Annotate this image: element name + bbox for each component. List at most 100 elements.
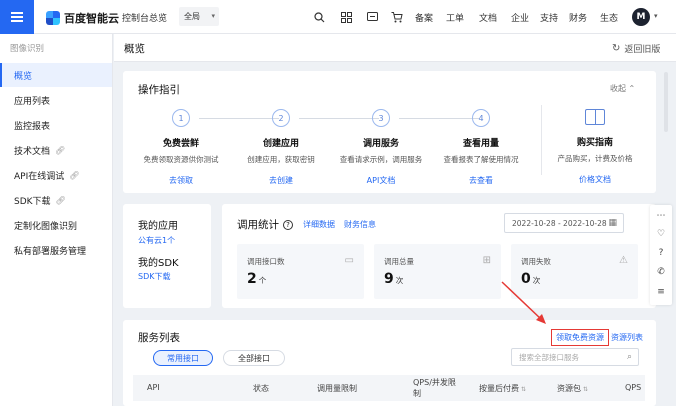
top-bar: 百度智能云 控制台总览 全局 ▾ 备案 工单 文档 企业 支持 财务 生态 M … [0, 0, 676, 34]
chevron-down-icon: ▾ [211, 12, 215, 20]
step-desc: 查看请求示例，调用服务 [339, 155, 423, 164]
stat-value: 9次 [384, 271, 403, 287]
message-icon[interactable] [365, 10, 379, 24]
scrollbar[interactable] [664, 72, 668, 132]
guide-card: 操作指引 收起 ⌃ 1 免费尝鲜 免费领取资源供你测试 去领取 2 创建应用 创… [123, 71, 656, 193]
cart-icon[interactable] [390, 10, 404, 24]
public-cloud-link[interactable]: 公有云1个 [138, 235, 175, 246]
nav-enterprise[interactable]: 企业 [511, 11, 529, 24]
brand-name: 百度智能云 [64, 12, 119, 25]
search-icon[interactable]: ⌕ [627, 352, 632, 362]
nav-ecosystem[interactable]: 生态 [600, 11, 618, 24]
step-name: 免费尝鲜 [162, 139, 199, 149]
step-desc: 产品购买，计费及价格 [557, 154, 633, 163]
step-name: 购买指南 [576, 138, 613, 148]
step-desc: 查看报表了解使用情况 [443, 155, 519, 164]
stat-label: 调用失败 [521, 257, 551, 266]
date-range-value: 2022-10-28 - 2022-10-28 [512, 218, 607, 228]
step-name: 查看用量 [462, 139, 499, 149]
stats-title-text: 调用统计 [237, 219, 279, 231]
collapse-button[interactable]: 收起 ⌃ [610, 83, 635, 94]
help-icon[interactable]: ? [283, 220, 293, 230]
stat-unit: 个 [258, 276, 267, 285]
console-overview-link[interactable]: 控制台总览 [122, 11, 167, 24]
sidebar-item-monitor-report[interactable]: 监控报表 [0, 113, 112, 137]
sidebar-item-sdk-download[interactable]: SDK下载 🔗︎ [0, 188, 112, 212]
help-icon[interactable]: ? [654, 246, 668, 260]
chevron-down-icon[interactable]: ▾ [654, 12, 658, 20]
column-header-qps-limit: QPS/并发限制 [413, 378, 456, 398]
step-link-create[interactable]: 去创建 [231, 175, 331, 186]
column-header-label: 按量后付费 [479, 384, 519, 393]
avatar[interactable]: M [632, 8, 650, 26]
date-range-picker[interactable]: 2022-10-28 - 2022-10-28 ▦ [504, 213, 624, 233]
back-old-label: 返回旧版 [624, 45, 661, 55]
back-to-old-version-button[interactable]: ↻ 返回旧版 [612, 42, 660, 55]
column-header-status: 状态 [253, 384, 269, 393]
column-header-package[interactable]: 资源包 ⇅ [557, 383, 588, 394]
step-link-claim[interactable]: 去领取 [131, 175, 231, 186]
step-name: 调用服务 [362, 139, 399, 149]
search-icon[interactable] [312, 10, 326, 24]
sidebar-item-label: 概览 [14, 71, 33, 82]
heart-icon[interactable]: ♡ [654, 227, 668, 241]
list-icon[interactable]: ≡ [654, 285, 668, 299]
external-link-icon: 🔗︎ [69, 170, 80, 180]
detail-data-link[interactable]: 详细数据 [303, 219, 335, 230]
column-header-api: API [147, 383, 160, 392]
grid-icon: ⊞ [482, 255, 491, 266]
finance-info-link[interactable]: 财务信息 [344, 219, 376, 230]
step-number: 1 [172, 109, 190, 127]
step-name: 创建应用 [262, 139, 299, 149]
grid-icon[interactable] [339, 10, 353, 24]
phone-icon[interactable]: ✆ [654, 265, 668, 279]
resource-list-link[interactable]: 资源列表 [611, 332, 643, 343]
table-header: API 状态 调用量限制 QPS/并发限制 按量后付费 ⇅ 资源包 ⇅ QPS [133, 375, 645, 401]
nav-ticket[interactable]: 工单 [446, 11, 464, 24]
floating-toolbar: ⋯ ♡ ? ✆ ≡ [650, 205, 672, 305]
sidebar-item-api-debug[interactable]: API在线调试 🔗︎ [0, 163, 112, 187]
tab-common-api[interactable]: 常用接口 [153, 350, 213, 366]
nav-finance[interactable]: 财务 [569, 11, 587, 24]
sidebar-item-overview[interactable]: 概览 [0, 63, 112, 87]
guide-title: 操作指引 [138, 84, 180, 96]
step-desc: 免费领取资源供你测试 [143, 155, 219, 164]
tab-all-api[interactable]: 全部接口 [223, 350, 285, 366]
stats-card: 调用统计? 详细数据 财务信息 2022-10-28 - 2022-10-28 … [222, 204, 656, 308]
stat-total-calls: 调用总量 9次 ⊞ [374, 244, 501, 299]
claim-free-resource-link[interactable]: 领取免费资源 [551, 329, 609, 346]
stat-label: 调用总量 [384, 257, 414, 266]
column-header-postpaid[interactable]: 按量后付费 ⇅ [479, 383, 526, 394]
step-free-trial: 1 免费尝鲜 免费领取资源供你测试 去领取 [131, 109, 231, 186]
stats-title: 调用统计? [237, 217, 293, 232]
step-link-price-docs[interactable]: 价格文档 [545, 174, 645, 185]
sidebar-item-label: SDK下载 [14, 196, 51, 207]
annotation-arrow [501, 281, 546, 324]
my-app-card: 我的应用 公有云1个 我的SDK SDK下载 [123, 204, 211, 308]
logo[interactable]: 百度智能云 [46, 10, 119, 26]
step-number: 2 [272, 109, 290, 127]
region-select[interactable]: 全局 ▾ [179, 7, 219, 26]
sidebar-item-app-list[interactable]: 应用列表 [0, 88, 112, 112]
sidebar-item-label: 应用列表 [14, 96, 51, 107]
sidebar-item-custom-recognition[interactable]: 定制化图像识别 [0, 213, 112, 237]
sidebar-item-tech-docs[interactable]: 技术文档 🔗︎ [0, 138, 112, 162]
column-header-qps: QPS [625, 383, 642, 392]
sidebar-title: 图像识别 [10, 44, 45, 54]
sdk-download-link[interactable]: SDK下载 [138, 271, 170, 282]
nav-support[interactable]: 支持 [540, 11, 558, 24]
page-title: 概览 [124, 43, 145, 55]
nav-docs[interactable]: 文档 [479, 11, 497, 24]
sidebar-item-label: 监控报表 [14, 121, 51, 132]
nav-filing[interactable]: 备案 [415, 11, 433, 24]
step-link-api-docs[interactable]: API文档 [331, 175, 431, 186]
thumbs-icon[interactable]: ⋯ [654, 209, 668, 223]
external-link-icon: 🔗︎ [55, 195, 66, 205]
sidebar-item-private-deploy[interactable]: 私有部署服务管理 [0, 238, 112, 262]
service-search-input[interactable]: 搜索全部接口服务 ⌕ [511, 348, 639, 366]
menu-button[interactable] [0, 0, 34, 34]
step-link-view[interactable]: 去查看 [431, 175, 531, 186]
step-view-usage: 4 查看用量 查看报表了解使用情况 去查看 [431, 109, 531, 186]
sidebar-item-label: 私有部署服务管理 [14, 246, 87, 257]
sort-icon: ⇅ [521, 386, 527, 393]
